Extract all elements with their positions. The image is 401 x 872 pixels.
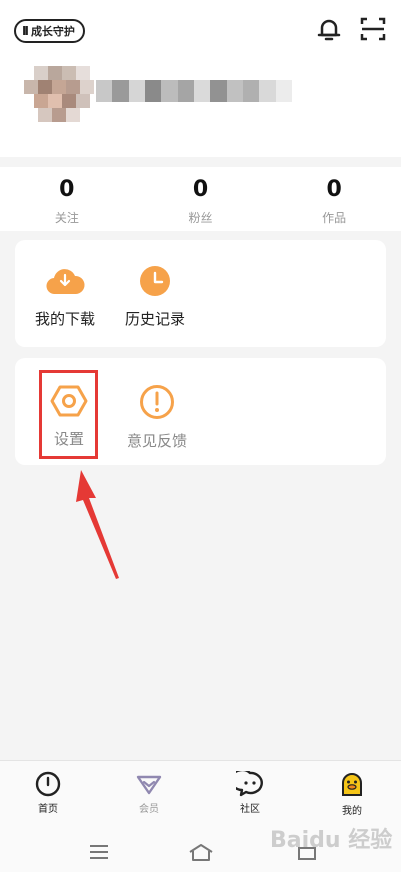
- exclamation-icon: [140, 385, 174, 419]
- tab-label: 社区: [240, 804, 260, 815]
- username-blurred: [96, 80, 292, 102]
- avatar[interactable]: [24, 66, 98, 134]
- growth-guard-icon: ⅠⅠ: [22, 24, 29, 38]
- duck-icon: [342, 773, 362, 796]
- home-icon: [35, 771, 61, 797]
- stat-value: 0: [59, 177, 75, 202]
- stats-row: 0 关注 0 粉丝 0 作品: [0, 167, 401, 231]
- menu-icon[interactable]: [88, 844, 110, 860]
- stat-works[interactable]: 0 作品: [267, 167, 401, 231]
- history-label: 历史记录: [124, 310, 185, 328]
- cloud-download-icon: [46, 269, 85, 295]
- tab-label: 首页: [38, 804, 58, 815]
- stat-label: 作品: [322, 211, 347, 225]
- scan-icon[interactable]: [359, 15, 387, 43]
- stat-label: 关注: [54, 211, 79, 225]
- stat-following[interactable]: 0 关注: [0, 167, 134, 231]
- tab-mine[interactable]: 我的: [322, 771, 382, 817]
- home-nav-icon[interactable]: [187, 842, 215, 862]
- tab-vip[interactable]: 会员: [119, 771, 179, 815]
- my-downloads-label: 我的下载: [34, 310, 95, 328]
- growth-guard-label: 成长守护: [30, 25, 75, 38]
- watermark: Baidu 经验: [270, 828, 393, 853]
- history-item[interactable]: 历史记录: [115, 264, 195, 329]
- clock-icon: [140, 266, 170, 296]
- tools-card: 我的下载 历史记录: [15, 240, 386, 347]
- stat-value: 0: [326, 177, 342, 202]
- feedback-item[interactable]: 意见反馈: [117, 384, 197, 451]
- stat-fans[interactable]: 0 粉丝: [134, 167, 268, 231]
- tab-community[interactable]: 社区: [220, 771, 280, 815]
- stat-value: 0: [192, 177, 209, 202]
- tab-home[interactable]: 首页: [18, 771, 78, 815]
- tab-label: 我的: [342, 806, 362, 817]
- settings-highlight-box: [39, 370, 98, 459]
- growth-guard-button[interactable]: ⅠⅠ 成长守护: [14, 19, 85, 43]
- feedback-label: 意见反馈: [126, 432, 187, 450]
- stat-label: 粉丝: [188, 211, 213, 225]
- tab-label: 会员: [139, 804, 159, 815]
- vip-diamond-icon: [136, 775, 162, 795]
- my-downloads-item[interactable]: 我的下载: [25, 264, 105, 329]
- profile-header: ⅠⅠ 成长守护: [0, 0, 401, 157]
- annotation-arrow: [76, 470, 119, 579]
- chat-bubble-icon: [236, 771, 263, 797]
- bell-icon[interactable]: [315, 15, 343, 43]
